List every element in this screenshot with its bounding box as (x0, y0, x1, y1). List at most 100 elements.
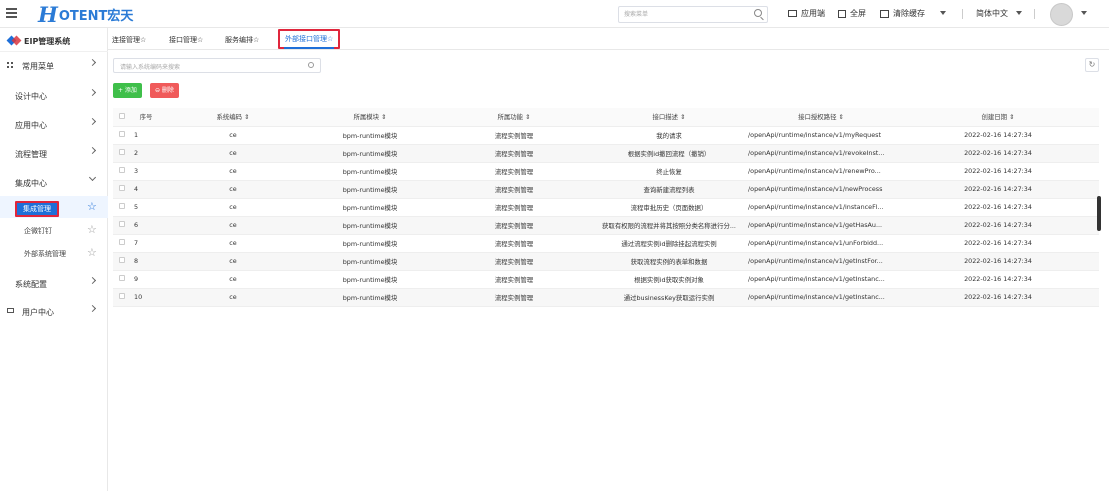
row-checkbox[interactable] (113, 234, 131, 253)
tab-bar: 连接管理☆ 接口管理☆ 服务编排☆ 外部接口管理☆ (108, 28, 1109, 50)
system-switcher[interactable]: EIP管理系统 (0, 28, 108, 52)
system-code-search-input[interactable]: 请输入系统编码来搜索 (113, 58, 321, 73)
table-row[interactable]: 8 ce bpm-runtime模块 流程实例管理 获取流程实例的表单和数据/openA… (113, 252, 1099, 271)
column-header[interactable]: 接口描述 ⇕ (593, 108, 745, 127)
table-cell: 8 (131, 252, 161, 271)
menu-search-placeholder: 搜索菜单 (624, 11, 649, 18)
refresh-icon[interactable]: ↻ (1085, 58, 1099, 72)
table-row[interactable]: 9 ce bpm-runtime模块 流程实例管理 根据实例id获取实例对象/openA… (113, 270, 1099, 289)
search-icon[interactable] (308, 62, 314, 68)
row-checkbox[interactable] (113, 144, 131, 163)
chevron-right-icon (88, 304, 97, 313)
row-checkbox[interactable] (113, 180, 131, 199)
table-cell: 根据实例id获取实例对象 (593, 270, 745, 289)
monitor-icon (788, 10, 797, 17)
column-header[interactable]: 创建日期 ⇕ (897, 108, 1099, 127)
table-row[interactable]: 4 ce bpm-runtime模块 流程实例管理 查询新建流程列表/openApi/r… (113, 180, 1099, 199)
table-cell: 5 (131, 198, 161, 217)
row-checkbox[interactable] (113, 198, 131, 217)
tab-external-interface-manage[interactable]: 外部接口管理☆ (278, 29, 341, 49)
chevron-down-icon[interactable] (940, 11, 946, 15)
star-icon[interactable]: ☆ (87, 200, 97, 213)
table-cell: ce (161, 126, 305, 145)
sidebar-item-label: 外部系统管理 (24, 250, 66, 258)
menu-search-input[interactable]: 搜索菜单 (618, 6, 768, 23)
table-row[interactable]: 2 ce bpm-runtime模块 流程实例管理 根据实例id撤回流程（撤销）/ope… (113, 144, 1099, 163)
scrollbar-thumb[interactable] (1097, 196, 1101, 231)
table-row[interactable]: 7 ce bpm-runtime模块 流程实例管理 通过流程实例id删除挂起流程实例/o… (113, 234, 1099, 253)
system-logo-icon (11, 35, 22, 46)
language-label: 简体中文 (976, 9, 1008, 18)
sidebar-item-user-center[interactable]: 用户中心 (0, 298, 108, 324)
fullscreen-button[interactable]: 全屏 (838, 8, 866, 19)
table-cell: /openApi/runtime/instance/v1/myRequest (745, 126, 897, 145)
tab-interface-manage[interactable]: 接口管理☆ (169, 35, 203, 45)
sidebar-item-system-config[interactable]: 系统配置 (0, 270, 108, 296)
table-row[interactable]: 10 ce bpm-runtime模块 流程实例管理 通过businessKey获取运行… (113, 288, 1099, 307)
sidebar-subitem-wecom-dingtalk[interactable]: 企微钉钉 ☆ (0, 219, 108, 241)
language-select[interactable]: 简体中文 (976, 8, 1008, 19)
sidebar-item-common-menu[interactable]: 常用菜单 (0, 52, 108, 78)
sidebar-item-integration[interactable]: 集成中心 (0, 169, 108, 195)
table-cell: 流程实例管理 (435, 216, 593, 235)
table-row[interactable]: 5 ce bpm-runtime模块 流程实例管理 流程审批历史（页面数据）/openA… (113, 198, 1099, 217)
user-menu-chevron-icon[interactable] (1081, 11, 1087, 15)
chevron-right-icon (88, 146, 97, 155)
app-side-label: 应用端 (801, 9, 825, 18)
chevron-right-icon (88, 117, 97, 126)
tab-service-orchestration[interactable]: 服务编排☆ (225, 35, 259, 45)
sidebar-item-process[interactable]: 流程管理 (0, 140, 108, 166)
table-header-row: 序号 系统编码 ⇕ 所属模块 ⇕ 所属功能 ⇕ 接口描述 ⇕ 接口授权路径 ⇕ … (113, 108, 1099, 127)
table-cell: 2022-02-16 14:27:34 (897, 216, 1099, 235)
table-cell: /openApi/runtime/instance/v1/getInstanc.… (745, 270, 897, 289)
delete-button[interactable]: ⊖ 删除 (150, 83, 179, 98)
table-cell: 查询新建流程列表 (593, 180, 745, 199)
row-checkbox[interactable] (113, 252, 131, 271)
table-cell: bpm-runtime模块 (305, 144, 435, 163)
app-side-button[interactable]: 应用端 (788, 8, 825, 19)
table-row[interactable]: 3 ce bpm-runtime模块 流程实例管理 终止恢复/openApi/runti… (113, 162, 1099, 181)
table-cell: bpm-runtime模块 (305, 126, 435, 145)
table-row[interactable]: 6 ce bpm-runtime模块 流程实例管理 获取有权限的流程并将其按照分类名称进… (113, 216, 1099, 235)
table-cell: 2022-02-16 14:27:34 (897, 180, 1099, 199)
column-header[interactable]: 系统编码 ⇕ (161, 108, 305, 127)
tab-connection-manage[interactable]: 连接管理☆ (112, 35, 146, 45)
table-cell: bpm-runtime模块 (305, 162, 435, 181)
clear-cache-label: 清除缓存 (893, 9, 925, 18)
sidebar-item-label: 系统配置 (15, 280, 47, 289)
table-cell: 2022-02-16 14:27:34 (897, 198, 1099, 217)
row-checkbox[interactable] (113, 288, 131, 307)
add-button[interactable]: + 添加 (113, 83, 142, 98)
menu-toggle-icon[interactable] (6, 8, 17, 19)
sidebar-item-design[interactable]: 设计中心 (0, 82, 108, 108)
table-cell: 流程实例管理 (435, 198, 593, 217)
table-cell: 7 (131, 234, 161, 253)
divider (1034, 9, 1035, 19)
clear-cache-button[interactable]: 清除缓存 (880, 8, 925, 19)
sidebar-item-apps[interactable]: 应用中心 (0, 111, 108, 137)
sidebar-subitem-integration-manage[interactable]: 集成管理 ☆ (0, 196, 108, 218)
sidebar-item-label: 设计中心 (15, 92, 47, 101)
table-cell: /openApi/runtime/instance/v1/unForbidd..… (745, 234, 897, 253)
table-cell: bpm-runtime模块 (305, 288, 435, 307)
table-cell: 流程实例管理 (435, 234, 593, 253)
sidebar-subitem-external-systems[interactable]: 外部系统管理 ☆ (0, 242, 108, 264)
select-all-checkbox[interactable] (113, 108, 131, 127)
table-cell: 6 (131, 216, 161, 235)
table-cell: bpm-runtime模块 (305, 216, 435, 235)
search-icon[interactable] (754, 9, 762, 17)
column-header[interactable]: 所属功能 ⇕ (435, 108, 593, 127)
row-checkbox[interactable] (113, 126, 131, 145)
avatar[interactable] (1050, 3, 1073, 26)
table-cell: 2022-02-16 14:27:34 (897, 144, 1099, 163)
column-header[interactable]: 所属模块 ⇕ (305, 108, 435, 127)
table-row[interactable]: 1 ce bpm-runtime模块 流程实例管理 我的请求/openApi/runti… (113, 126, 1099, 145)
column-header[interactable]: 接口授权路径 ⇕ (745, 108, 897, 127)
language-chevron-icon[interactable] (1016, 11, 1022, 15)
row-checkbox[interactable] (113, 270, 131, 289)
row-checkbox[interactable] (113, 162, 131, 181)
star-icon[interactable]: ☆ (87, 223, 97, 236)
star-icon[interactable]: ☆ (87, 246, 97, 259)
sidebar: EIP管理系统 常用菜单 设计中心 应用中心 流程管理 集成中心 集成管理 ☆ … (0, 28, 108, 491)
row-checkbox[interactable] (113, 216, 131, 235)
